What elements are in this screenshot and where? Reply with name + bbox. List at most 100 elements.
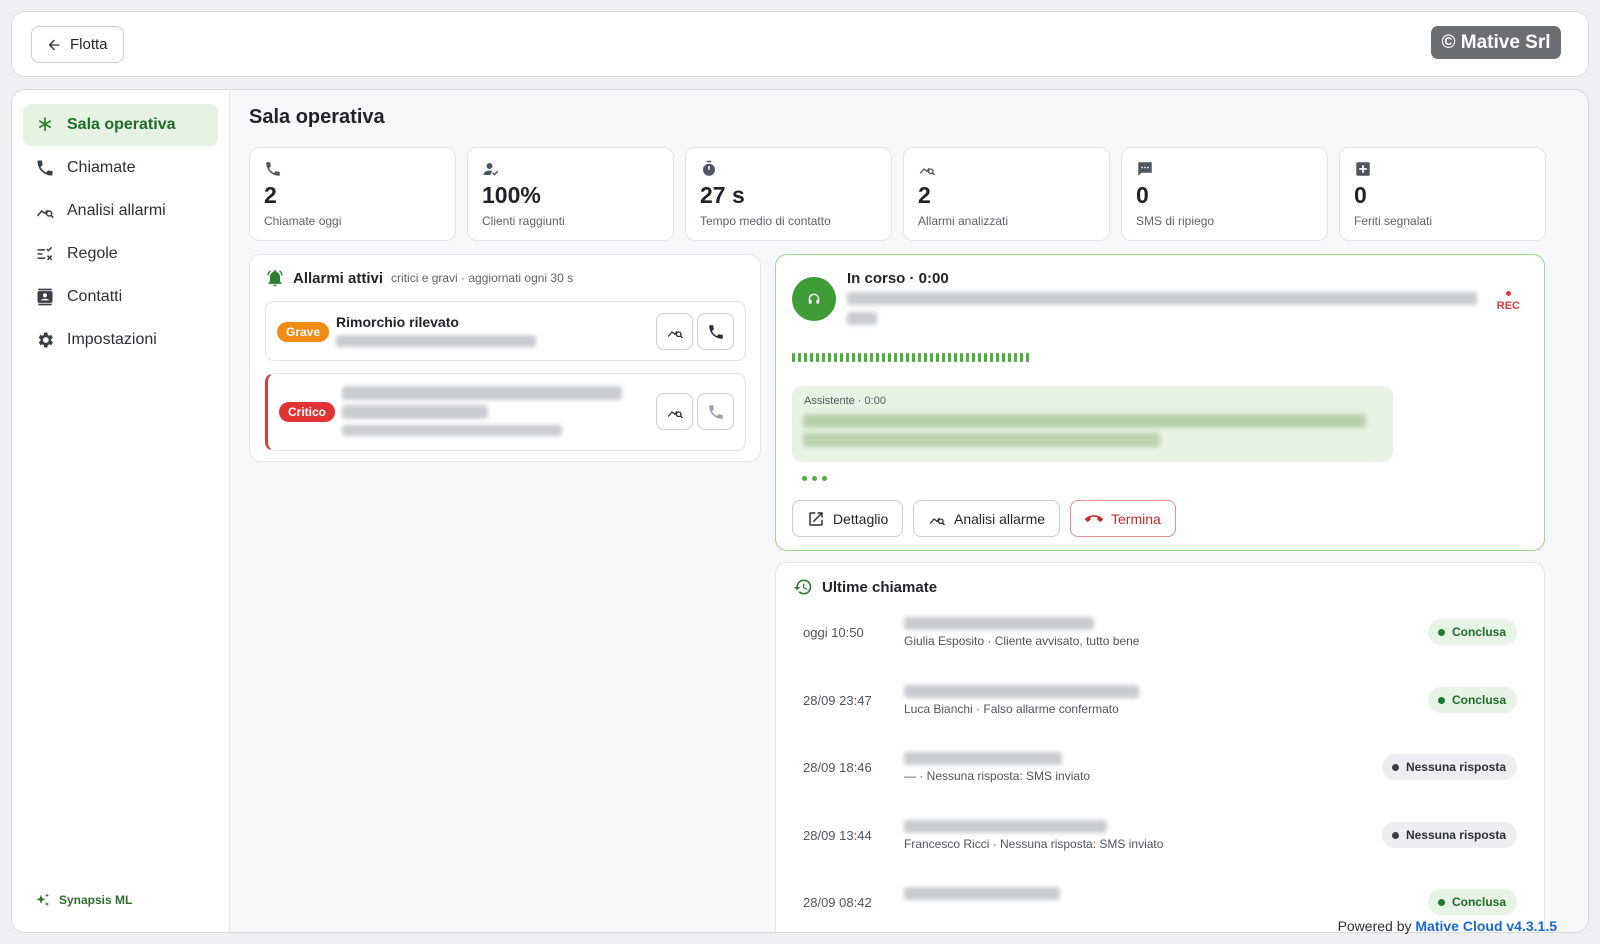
active-alarms-header: Allarmi attivi critici e gravi · aggiorn…: [265, 268, 573, 288]
sidebar-item-chiamate[interactable]: Chiamate: [23, 147, 218, 189]
stat-label: Feriti segnalati: [1354, 214, 1433, 228]
powered-brand-link[interactable]: Mative Cloud v4.3.1.5: [1415, 918, 1557, 934]
status-badge: Conclusa: [1427, 889, 1517, 915]
sidebar-item-impostazioni[interactable]: Impostazioni: [23, 319, 218, 361]
redacted-text: [904, 752, 1062, 765]
alarm-title: Rimorchio rilevato: [336, 314, 459, 330]
redacted-text: [904, 617, 1094, 630]
stat-card-calls-today: 2 Chiamate oggi: [249, 147, 456, 241]
redacted-text: [336, 335, 536, 347]
call-time: 28/09 13:44: [803, 828, 872, 843]
call-button[interactable]: [697, 313, 734, 350]
rec-label: REC: [1496, 300, 1520, 312]
sidebar-item-contatti[interactable]: Contatti: [23, 276, 218, 318]
redacted-text: [342, 386, 622, 400]
status-badge: Nessuna risposta: [1381, 754, 1517, 780]
app-frame: Sala operativa Chiamate Analisi allarmi …: [11, 89, 1589, 933]
gear-icon: [38, 332, 53, 348]
powered-prefix: Powered by: [1337, 918, 1412, 934]
table-row[interactable]: 28/09 13:44 Francesco Ricci · Nessuna ri…: [776, 807, 1544, 875]
active-alarms-title: Allarmi attivi: [293, 269, 384, 287]
stat-value: 2: [918, 182, 931, 208]
recent-calls-panel: Ultime chiamate oggi 10:50 Giulia Esposi…: [775, 562, 1545, 932]
stat-value: 0: [1136, 182, 1149, 208]
redacted-text: [904, 685, 1139, 698]
stat-label: SMS di ripiego: [1136, 214, 1215, 228]
redacted-text: [342, 425, 562, 436]
stat-card-sms-fallback: 0 SMS di ripiego: [1121, 147, 1328, 241]
stat-card-alarms-analyzed: 2 Allarmi analizzati: [903, 147, 1110, 241]
history-icon: [793, 579, 812, 595]
alarm-item[interactable]: Critico: [265, 373, 746, 451]
call-summary: Giulia Esposito · Cliente avvisato, tutt…: [904, 634, 1140, 648]
sidebar-item-sala-operativa[interactable]: Sala operativa: [23, 104, 218, 146]
sidebar-item-label: Impostazioni: [67, 331, 157, 348]
synapsis-brand: Synapsis ML: [35, 892, 132, 908]
stat-label: Clienti raggiunti: [482, 214, 565, 228]
detail-button-label: Dettaglio: [833, 510, 889, 527]
arrow-left-icon: [48, 39, 60, 50]
stat-label: Allarmi analizzati: [918, 214, 1009, 228]
analyze-button-label: Analisi allarme: [954, 510, 1046, 527]
alarm-item[interactable]: Grave Rimorchio rilevato: [265, 301, 746, 361]
sidebar: Sala operativa Chiamate Analisi allarmi …: [12, 90, 230, 932]
status-label: Conclusa: [1451, 625, 1506, 639]
active-alarms-panel: Allarmi attivi critici e gravi · aggiorn…: [249, 254, 761, 462]
recording-indicator: REC: [1497, 291, 1520, 312]
call-time: 28/09 23:47: [803, 693, 872, 708]
rec-dot: [1505, 291, 1511, 296]
synapsis-brand-label: Synapsis ML: [59, 893, 133, 907]
status-label: Nessuna risposta: [1405, 760, 1506, 774]
stat-label: Chiamate oggi: [264, 214, 342, 228]
assistant-message-bubble: Assistente · 0:00: [792, 386, 1393, 462]
powered-by-footer: Powered by Mative Cloud v4.3.1.5: [1338, 918, 1557, 934]
sidebar-item-analisi-allarmi[interactable]: Analisi allarmi: [23, 190, 218, 232]
stat-card-avg-contact-time: 27 s Tempo medio di contatto: [685, 147, 892, 241]
phone-icon: [708, 324, 723, 339]
status-badge: Conclusa: [1427, 687, 1517, 713]
stat-value: 100%: [482, 182, 541, 208]
severity-badge: Critico: [279, 402, 336, 422]
status-label: Conclusa: [1451, 693, 1506, 707]
message-speaker: Assistente · 0:00: [804, 395, 886, 407]
sidebar-item-regole[interactable]: Regole: [23, 233, 218, 275]
user-check-icon: [483, 163, 499, 176]
redacted-text: [847, 292, 1477, 305]
message-icon: [1138, 162, 1152, 176]
sidebar-item-label: Sala operativa: [67, 116, 176, 133]
recent-calls-header: Ultime chiamate: [793, 577, 937, 597]
redacted-text: [803, 414, 1366, 428]
end-call-button[interactable]: Termina: [1070, 500, 1176, 537]
analyze-alarm-button[interactable]: [656, 393, 693, 430]
chart-search-icon: [929, 517, 945, 525]
phone-icon: [37, 160, 53, 176]
sparkle-icon: [36, 893, 49, 906]
table-row[interactable]: oggi 10:50 Giulia Esposito · Cliente avv…: [776, 604, 1544, 672]
call-time: 28/09 18:46: [803, 760, 872, 775]
table-row[interactable]: 28/09 18:46 — · Nessuna risposta: SMS in…: [776, 739, 1544, 807]
sidebar-item-label: Regole: [67, 245, 118, 262]
stat-card-injured-reported: 0 Feriti segnalati: [1339, 147, 1546, 241]
call-time: oggi 10:50: [803, 625, 864, 640]
recent-calls-title: Ultime chiamate: [822, 578, 938, 596]
redacted-text: [904, 820, 1107, 833]
rules-icon: [37, 246, 53, 261]
table-row[interactable]: 28/09 23:47 Luca Bianchi · Falso allarme…: [776, 672, 1544, 740]
analyze-alarm-button[interactable]: [656, 313, 693, 350]
bell-alert-icon: [267, 270, 283, 287]
detail-button[interactable]: Dettaglio: [792, 500, 904, 537]
brand-badge: © Mative Srl: [1431, 26, 1561, 59]
analyze-alarm-button[interactable]: Analisi allarme: [913, 500, 1061, 537]
chart-search-icon: [36, 209, 54, 219]
main-content: Sala operativa 2 Chiamate oggi 100% Clie…: [230, 90, 1588, 932]
asterisk-icon: [38, 117, 52, 131]
status-badge: Conclusa: [1427, 619, 1517, 645]
sidebar-item-label: Analisi allarmi: [67, 202, 166, 219]
call-summary: — · Nessuna risposta: SMS inviato: [904, 769, 1091, 783]
contacts-icon: [37, 288, 53, 306]
medical-plus-icon: [1356, 162, 1370, 176]
status-label: Nessuna risposta: [1405, 828, 1506, 842]
back-to-fleet-button[interactable]: Flotta: [31, 26, 124, 63]
call-button-disabled[interactable]: [697, 393, 734, 430]
back-button-label: Flotta: [70, 36, 108, 53]
